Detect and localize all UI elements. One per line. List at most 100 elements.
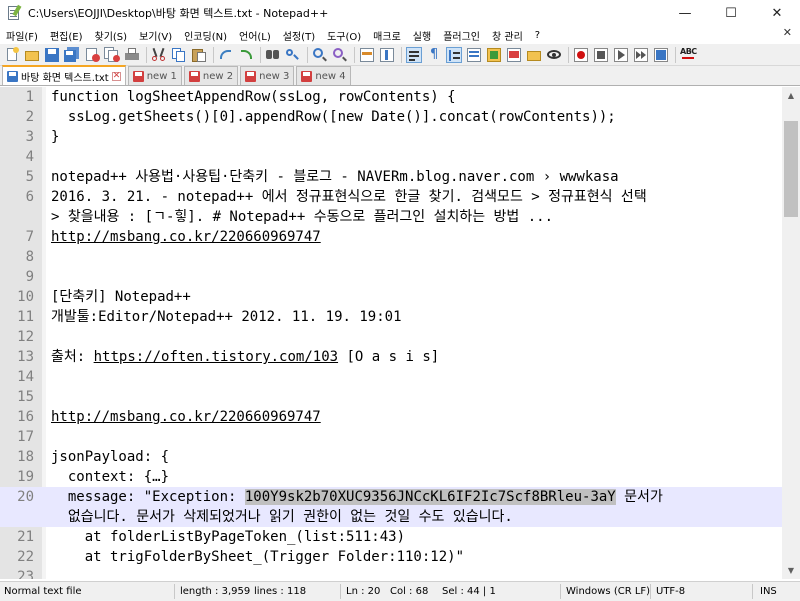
code-line: 2 ssLog.getSheets()[0].appendRow([new Da… — [0, 107, 782, 127]
current-line: 20 message: "Exception: 100Y9sk2b70XUC93… — [0, 487, 782, 507]
menu-language[interactable]: 언어(L) — [233, 28, 277, 43]
copy-icon[interactable] — [171, 47, 187, 63]
vertical-scrollbar[interactable]: ▲ ▼ — [782, 87, 800, 579]
saved-disk-icon — [7, 70, 18, 82]
sync-vertical-icon[interactable] — [359, 47, 375, 63]
find-icon[interactable] — [265, 47, 281, 63]
message-suffix: 문서가 — [615, 489, 663, 505]
zoom-out-icon[interactable] — [332, 47, 348, 63]
scroll-down-arrow-icon[interactable]: ▼ — [782, 562, 800, 579]
paste-icon[interactable] — [191, 47, 207, 63]
status-column: Col : 68 — [390, 586, 429, 597]
menu-tools[interactable]: 도구(O) — [321, 28, 367, 43]
play-multiple-icon[interactable] — [633, 47, 649, 63]
line-text: 2016. 3. 21. - notepad++ 에서 정규표현식으로 한글 찾… — [51, 189, 647, 205]
scrollbar-thumb[interactable] — [784, 121, 798, 217]
notepad-plus-plus-icon — [6, 4, 22, 21]
open-file-icon[interactable] — [24, 47, 40, 63]
menu-search[interactable]: 찾기(S) — [89, 28, 134, 43]
indent-guide-icon[interactable] — [446, 46, 462, 63]
status-eol[interactable]: Windows (CR LF) — [566, 586, 650, 597]
line-number: 5 — [25, 169, 34, 185]
monitor-icon[interactable] — [546, 47, 562, 63]
code-line: 1 function logSheetAppendRow(ssLog, rowCo… — [0, 87, 782, 107]
menu-macro[interactable]: 매크로 — [367, 28, 407, 43]
status-file-type: Normal text file — [4, 586, 82, 597]
zoom-in-icon[interactable] — [312, 47, 328, 63]
unsaved-disk-icon — [301, 70, 313, 82]
menu-plugins[interactable]: 플러그인 — [437, 28, 486, 43]
editor[interactable]: 1 function logSheetAppendRow(ssLog, rowCo… — [0, 87, 800, 579]
udl-icon[interactable] — [466, 47, 482, 63]
redo-icon[interactable] — [238, 47, 254, 63]
line-number: 23 — [17, 569, 34, 579]
code-line: 10 [단축키] Notepad++ — [0, 287, 782, 307]
close-all-icon[interactable] — [104, 46, 120, 63]
tab-label: new 1 — [146, 70, 177, 82]
url-link[interactable]: http://msbang.co.kr/220660969747 — [51, 407, 321, 427]
status-insert-mode[interactable]: INS — [760, 586, 777, 597]
line-text: [단축키] Notepad++ — [51, 289, 191, 305]
maximize-button[interactable]: ☐ — [708, 0, 754, 26]
line-number: 17 — [17, 429, 34, 445]
tab-active-document[interactable]: 바탕 화면 텍스트.txt ✕ — [2, 65, 126, 85]
line-number: 15 — [17, 389, 34, 405]
stop-macro-icon[interactable] — [593, 47, 609, 63]
save-icon[interactable] — [44, 47, 60, 63]
sync-horizontal-icon[interactable] — [379, 47, 395, 63]
minimize-button[interactable]: — — [662, 0, 708, 26]
close-document-icon[interactable]: ✕ — [783, 26, 792, 39]
code-line: 13 출처: https://often.tistory.com/103 [O a… — [0, 347, 782, 367]
new-file-icon[interactable] — [4, 46, 20, 63]
tab-new-4[interactable]: new 4 — [296, 66, 351, 85]
function-list-icon[interactable] — [506, 47, 522, 63]
close-button[interactable]: ✕ — [754, 0, 800, 26]
menu-edit[interactable]: 편집(E) — [44, 28, 89, 43]
selected-text[interactable]: 100Y9sk2b70XUC9356JNCcKL6IF2Ic7Scf8BRleu… — [244, 489, 616, 505]
code-line: 6 2016. 3. 21. - notepad++ 에서 정규표현식으로 한글 … — [0, 187, 782, 207]
line-number: 11 — [17, 309, 34, 325]
menu-settings[interactable]: 설정(T) — [277, 28, 321, 43]
menu-file[interactable]: 파일(F) — [0, 28, 44, 43]
toolbar-separator — [307, 46, 308, 63]
code-line: 8 — [0, 247, 782, 267]
menu-help[interactable]: ? — [529, 30, 546, 41]
menu-encoding[interactable]: 인코딩(N) — [178, 28, 233, 43]
status-encoding[interactable]: UTF-8 — [656, 586, 685, 597]
code-line: 4 — [0, 147, 782, 167]
menu-window[interactable]: 창 관리 — [486, 28, 529, 43]
replace-icon[interactable] — [285, 47, 301, 63]
tab-new-2[interactable]: new 2 — [183, 66, 239, 85]
save-macro-icon[interactable] — [653, 47, 669, 63]
save-all-icon[interactable] — [64, 46, 80, 63]
line-number: 4 — [25, 149, 34, 165]
undo-icon[interactable] — [218, 47, 234, 63]
url-link[interactable]: http://msbang.co.kr/220660969747 — [51, 227, 321, 247]
spell-check-icon[interactable]: ABC — [680, 47, 697, 63]
menu-run[interactable]: 실행 — [407, 28, 437, 43]
menu-view[interactable]: 보기(V) — [133, 28, 178, 43]
line-number: 1 — [25, 89, 34, 105]
cut-icon[interactable] — [151, 47, 167, 63]
status-bar: Normal text file length : 3,959 lines : … — [0, 581, 800, 601]
doc-map-icon[interactable] — [486, 47, 502, 63]
close-icon[interactable] — [84, 47, 100, 63]
tab-new-1[interactable]: new 1 — [127, 66, 182, 85]
play-macro-icon[interactable] — [613, 47, 629, 63]
toolbar-separator — [213, 46, 214, 63]
folder-workspace-icon[interactable] — [526, 47, 542, 63]
show-all-chars-icon[interactable]: ¶ — [426, 47, 442, 63]
tab-new-3[interactable]: new 3 — [240, 66, 295, 85]
tab-close-icon[interactable]: ✕ — [111, 71, 121, 81]
code-area[interactable]: 1 function logSheetAppendRow(ssLog, rowCo… — [0, 87, 782, 579]
word-wrap-icon[interactable] — [406, 46, 422, 63]
line-number: 14 — [17, 369, 34, 385]
scroll-up-arrow-icon[interactable]: ▲ — [782, 87, 800, 104]
status-line-number: Ln : 20 — [346, 586, 381, 597]
print-icon[interactable] — [124, 47, 140, 63]
line-text: ssLog.getSheets()[0].appendRow([new Date… — [51, 109, 616, 125]
tab-label: new 2 — [202, 70, 234, 82]
tab-label: new 4 — [315, 70, 346, 82]
record-macro-icon[interactable] — [573, 47, 589, 63]
url-link[interactable]: https://often.tistory.com/103 — [94, 349, 338, 365]
